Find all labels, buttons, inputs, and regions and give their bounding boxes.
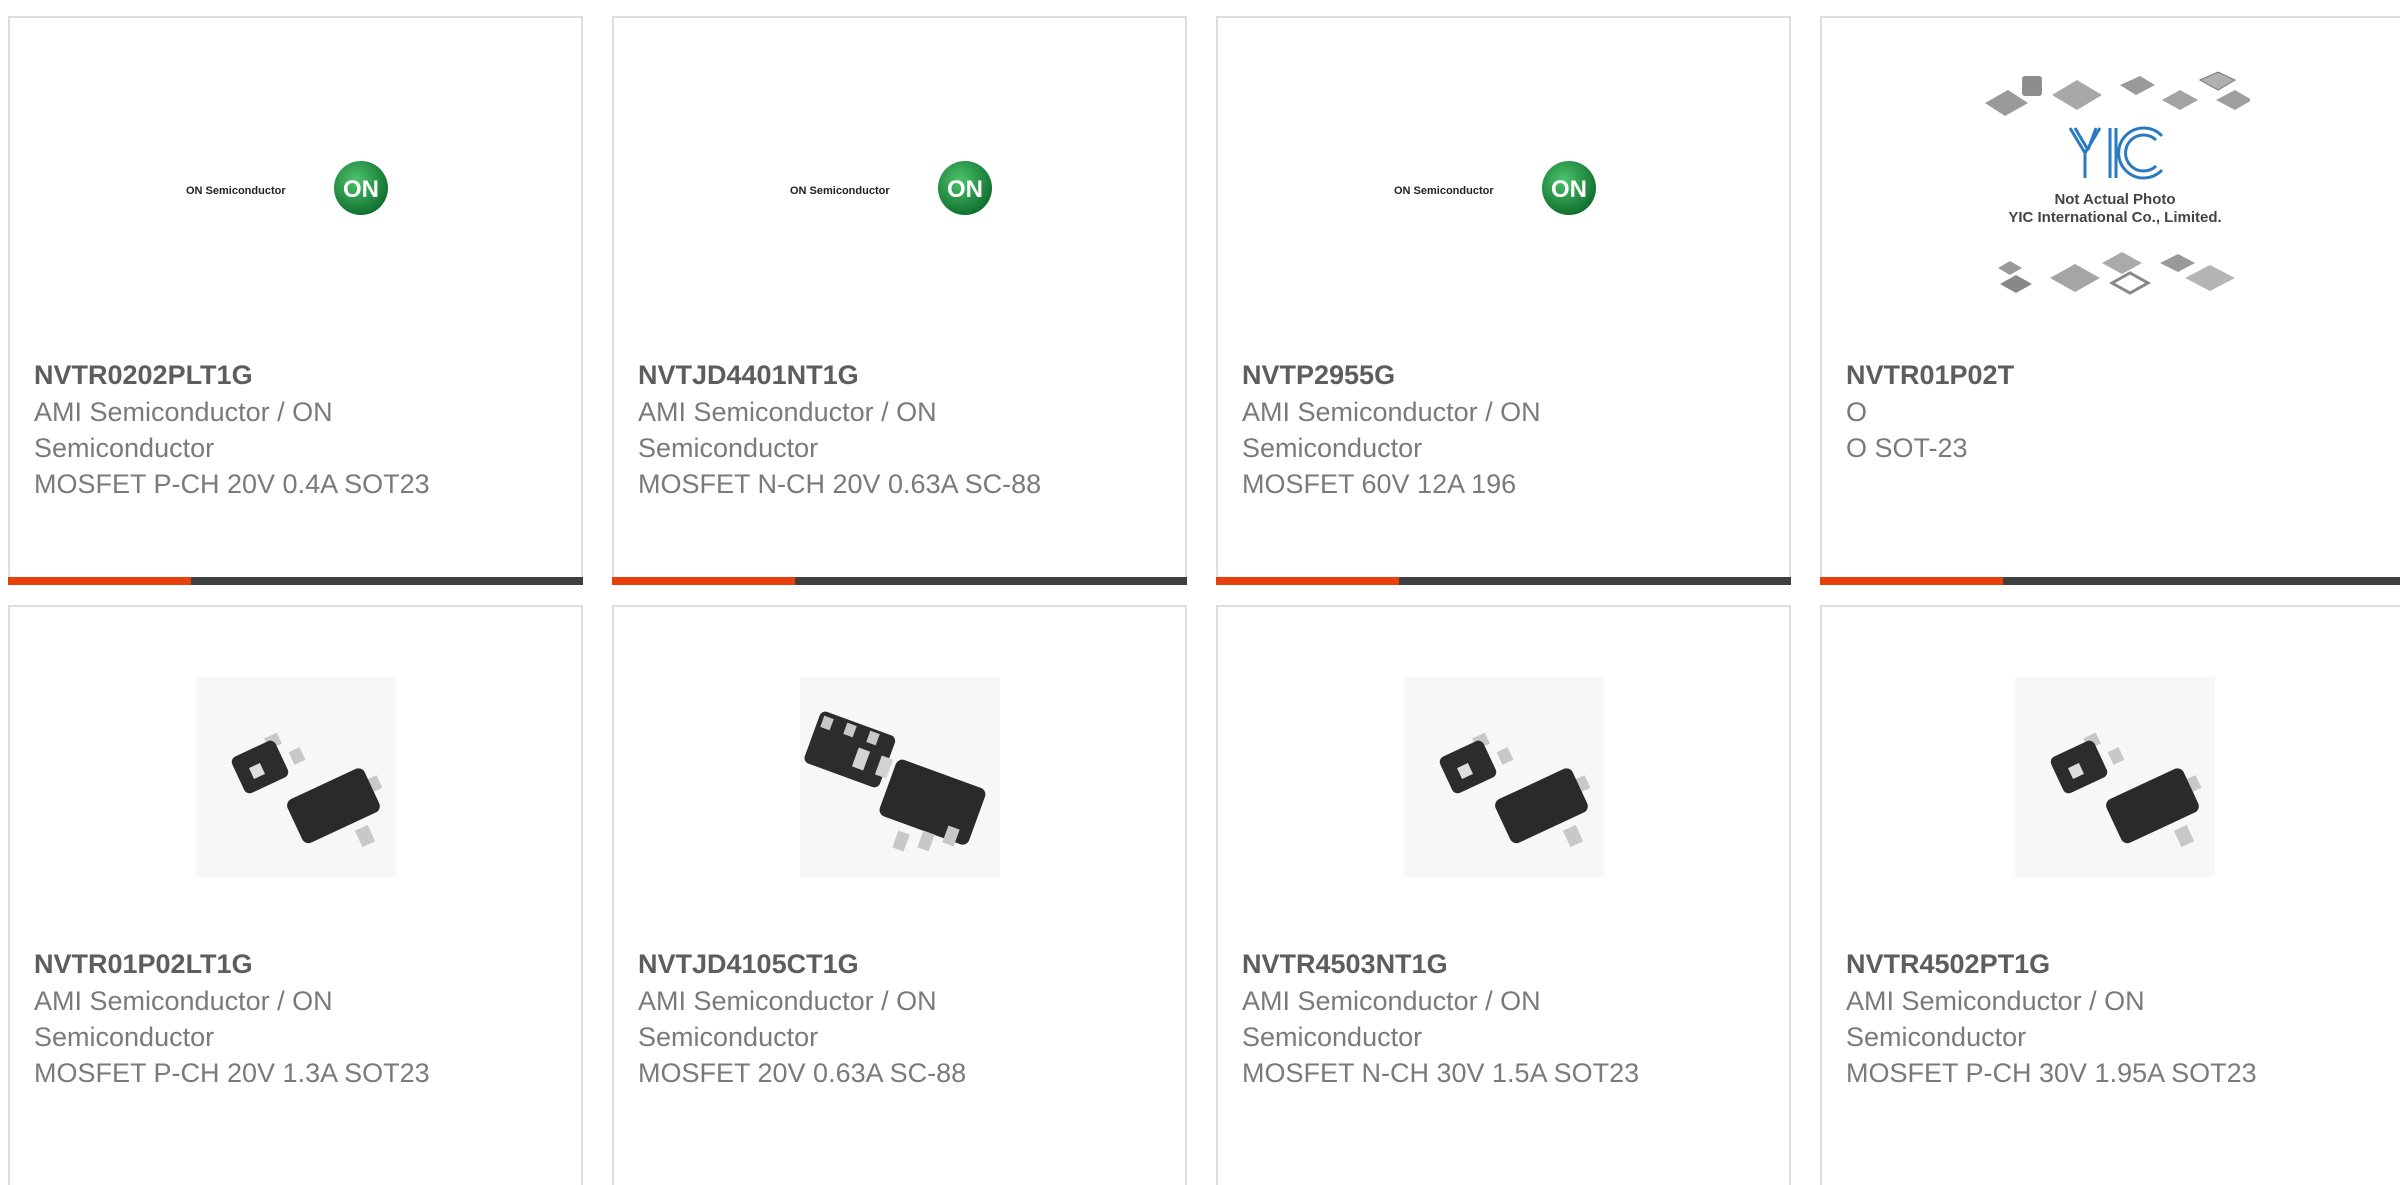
svg-text:ON: ON [1551,176,1587,203]
description: O SOT-23 [1846,433,1968,463]
part-number[interactable]: NVTR01P02LT1G [34,947,454,981]
on-semiconductor-logo: ON Semiconductor ON [186,161,388,215]
product-card[interactable]: ON Semiconductor ON NVTJD4401NT1G AMI Se… [612,16,1187,585]
on-semiconductor-logo: ON Semiconductor ON [790,161,992,215]
description: MOSFET N-CH 30V 1.5A SOT23 [1242,1058,1640,1088]
product-card[interactable]: NVTR4503NT1G AMI Semiconductor / ON Semi… [1216,605,1791,1185]
card-bottom-bar [1820,577,2400,585]
yic-placeholder-image: Not Actual Photo YIC International Co., … [1985,71,2250,295]
manufacturer: AMI Semiconductor / ON Semiconductor [1242,397,1541,463]
manufacturer: AMI Semiconductor / ON Semiconductor [638,397,937,463]
product-image [1218,607,1789,947]
product-card[interactable]: NVTR4502PT1G AMI Semiconductor / ON Semi… [1820,605,2400,1185]
product-image: ON Semiconductor ON [1218,18,1789,358]
product-image: ON Semiconductor ON [10,18,581,358]
on-semiconductor-logo: ON Semiconductor ON [1394,161,1596,215]
manufacturer: AMI Semiconductor / ON Semiconductor [638,986,937,1052]
manufacturer: AMI Semiconductor / ON Semiconductor [1242,986,1541,1052]
svg-text:ON: ON [343,176,379,203]
description: MOSFET 20V 0.63A SC-88 [638,1058,967,1088]
sot23-package-icon [2015,677,2215,877]
part-number[interactable]: NVTR4502PT1G [1846,947,2266,981]
description: MOSFET P-CH 20V 1.3A SOT23 [34,1058,430,1088]
product-card[interactable]: ON Semiconductor ON NVTR0202PLT1G AMI Se… [8,16,583,585]
manufacturer: AMI Semiconductor / ON Semiconductor [1846,986,2145,1052]
svg-text:ON Semiconductor: ON Semiconductor [186,185,286,197]
part-number[interactable]: NVTR01P02T [1846,358,2266,392]
product-image [10,607,581,947]
svg-text:ON: ON [947,176,983,203]
manufacturer: O [1846,397,1868,427]
sot23-package-icon [195,677,396,877]
description: MOSFET P-CH 30V 1.95A SOT23 [1846,1058,2257,1088]
part-number[interactable]: NVTR0202PLT1G [34,358,454,392]
product-card[interactable]: NVTR01P02LT1G AMI Semiconductor / ON Sem… [8,605,583,1185]
description: MOSFET 60V 12A 196 [1242,469,1517,499]
part-number[interactable]: NVTP2955G [1242,358,1662,392]
card-bottom-bar [1216,577,1791,585]
product-image: Not Actual Photo YIC International Co., … [1822,18,2400,358]
manufacturer: AMI Semiconductor / ON Semiconductor [34,397,333,463]
description: MOSFET N-CH 20V 0.63A SC-88 [638,469,1042,499]
svg-text:ON Semiconductor: ON Semiconductor [790,185,890,197]
card-bottom-bar [612,577,1187,585]
sot23-package-icon [1403,677,1604,877]
part-number[interactable]: NVTJD4105CT1G [638,947,1058,981]
card-bottom-bar [8,577,583,585]
description: MOSFET P-CH 20V 0.4A SOT23 [34,469,430,499]
svg-text:ON Semiconductor: ON Semiconductor [1394,185,1494,197]
product-card[interactable]: ON Semiconductor ON NVTP2955G AMI Semico… [1216,16,1791,585]
product-image: ON Semiconductor ON [614,18,1185,358]
manufacturer: AMI Semiconductor / ON Semiconductor [34,986,333,1052]
svg-text:YIC International Co., Limited: YIC International Co., Limited. [2008,209,2221,226]
product-image [614,607,1185,947]
part-number[interactable]: NVTR4503NT1G [1242,947,1662,981]
product-grid: ON Semiconductor ON NVTR0202PLT1G AMI Se… [0,0,2400,1185]
yic-logo-icon [2068,126,2164,180]
part-number[interactable]: NVTJD4401NT1G [638,358,1058,392]
product-card[interactable]: NVTJD4105CT1G AMI Semiconductor / ON Sem… [612,605,1187,1185]
product-card[interactable]: Not Actual Photo YIC International Co., … [1820,16,2400,585]
product-image [1822,607,2400,947]
svg-text:Not Actual Photo: Not Actual Photo [2054,191,2175,208]
sc88-package-icon [799,677,1000,877]
